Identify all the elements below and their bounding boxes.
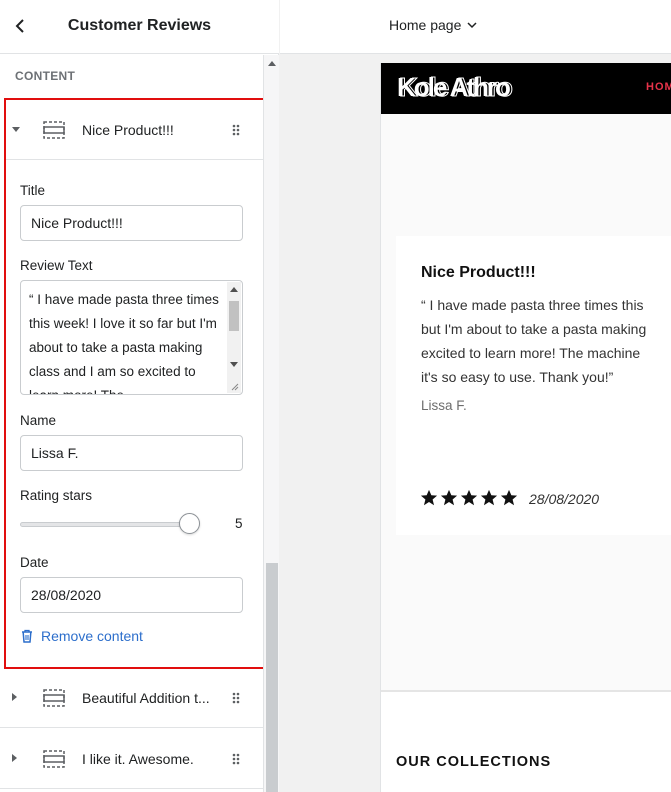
scroll-thumb[interactable] bbox=[229, 301, 239, 331]
date-input[interactable]: 28/08/2020 bbox=[20, 577, 243, 613]
textarea-scrollbar[interactable] bbox=[227, 282, 241, 393]
review-text-area[interactable]: “ I have made pasta three times this wee… bbox=[20, 280, 243, 395]
panel-title: Customer Reviews bbox=[67, 17, 212, 34]
review-date: 28/08/2020 bbox=[529, 491, 600, 507]
review-line: “ I have made pasta three times this bbox=[421, 297, 644, 313]
star-icon bbox=[420, 489, 438, 506]
remove-content-button[interactable]: Remove content bbox=[21, 628, 143, 644]
rating-stars bbox=[420, 489, 518, 507]
block-icon bbox=[43, 689, 65, 707]
review-text-value: “ I have made pasta three times this wee… bbox=[29, 292, 219, 394]
caret-down-icon[interactable] bbox=[12, 127, 20, 132]
block-icon bbox=[43, 121, 65, 139]
storefront-preview: Kole Athro Kole Athro HOM Nice Product!!… bbox=[380, 63, 671, 792]
page-selector[interactable]: Home page bbox=[389, 17, 477, 33]
sidebar-scroll-thumb[interactable] bbox=[266, 563, 278, 792]
block-item-i-like-it[interactable]: I like it. Awesome. bbox=[0, 729, 263, 789]
star-icon bbox=[480, 489, 498, 506]
caret-right-icon[interactable] bbox=[12, 693, 17, 701]
sidebar-scrollbar[interactable] bbox=[263, 55, 279, 792]
expanded-block-panel: Nice Product!!! Title Nice Product!!! Re… bbox=[4, 98, 265, 669]
star-icon bbox=[460, 489, 478, 506]
review-text: “ I have made pasta three times this but… bbox=[421, 293, 671, 389]
block-item-beautiful-addition[interactable]: Beautiful Addition t... bbox=[0, 668, 263, 728]
block-header-nice-product[interactable]: Nice Product!!! bbox=[6, 100, 263, 160]
block-label: I like it. Awesome. bbox=[82, 751, 194, 767]
preview-topbar: Home page bbox=[280, 0, 671, 54]
block-label: Beautiful Addition t... bbox=[82, 690, 210, 706]
resize-grip-icon[interactable] bbox=[231, 383, 239, 391]
remove-content-label: Remove content bbox=[41, 628, 143, 644]
trash-icon bbox=[22, 629, 32, 643]
section-label: CONTENT bbox=[15, 69, 76, 83]
review-line: excited to learn more! The machine bbox=[421, 345, 641, 361]
date-label: Date bbox=[20, 555, 49, 570]
store-header: Kole Athro Kole Athro HOM bbox=[381, 63, 671, 114]
nav-link-home[interactable]: HOM bbox=[646, 81, 671, 93]
scroll-down-icon[interactable] bbox=[230, 362, 238, 367]
star-icon bbox=[440, 489, 458, 506]
collections-heading: OUR COLLECTIONS bbox=[396, 754, 552, 770]
title-input[interactable]: Nice Product!!! bbox=[20, 205, 243, 241]
logo-text-shadow: Kole Athro bbox=[399, 72, 514, 103]
theme-editor-sidebar: Customer Reviews CONTENT Nice Product!!!… bbox=[0, 0, 279, 792]
name-input[interactable]: Lissa F. bbox=[20, 435, 243, 471]
block-label: Nice Product!!! bbox=[82, 122, 174, 138]
review-line: it's so easy to use. Thank you!” bbox=[421, 369, 614, 385]
sidebar-header: Customer Reviews bbox=[0, 0, 279, 54]
collections-section: OUR COLLECTIONS bbox=[381, 692, 671, 792]
scroll-up-icon[interactable] bbox=[230, 287, 238, 292]
store-logo[interactable]: Kole Athro Kole Athro bbox=[397, 72, 514, 103]
reviewer-name: Lissa F. bbox=[421, 398, 467, 413]
review-line: but I'm about to take a pasta making bbox=[421, 321, 647, 337]
name-label: Name bbox=[20, 413, 57, 428]
drag-handle-icon[interactable] bbox=[231, 692, 241, 704]
star-icon bbox=[500, 489, 518, 506]
review-title: Nice Product!!! bbox=[421, 264, 536, 281]
caret-right-icon[interactable] bbox=[12, 754, 17, 762]
review-card: Nice Product!!! “ I have made pasta thre… bbox=[396, 236, 671, 535]
title-label: Title bbox=[20, 183, 46, 198]
chevron-down-icon bbox=[467, 21, 477, 28]
rating-slider-track[interactable] bbox=[20, 522, 198, 527]
review-text-label: Review Text bbox=[20, 258, 93, 273]
rating-label: Rating stars bbox=[20, 488, 93, 503]
drag-handle-icon[interactable] bbox=[231, 124, 241, 136]
block-icon bbox=[43, 750, 65, 768]
rating-value: 5 bbox=[235, 516, 243, 531]
drag-handle-icon[interactable] bbox=[231, 753, 241, 765]
page-selector-label: Home page bbox=[389, 17, 462, 33]
preview-canvas: Kole Athro Kole Athro HOM Nice Product!!… bbox=[280, 55, 671, 792]
scroll-up-icon[interactable] bbox=[268, 61, 276, 66]
rating-slider-thumb[interactable] bbox=[179, 513, 200, 534]
